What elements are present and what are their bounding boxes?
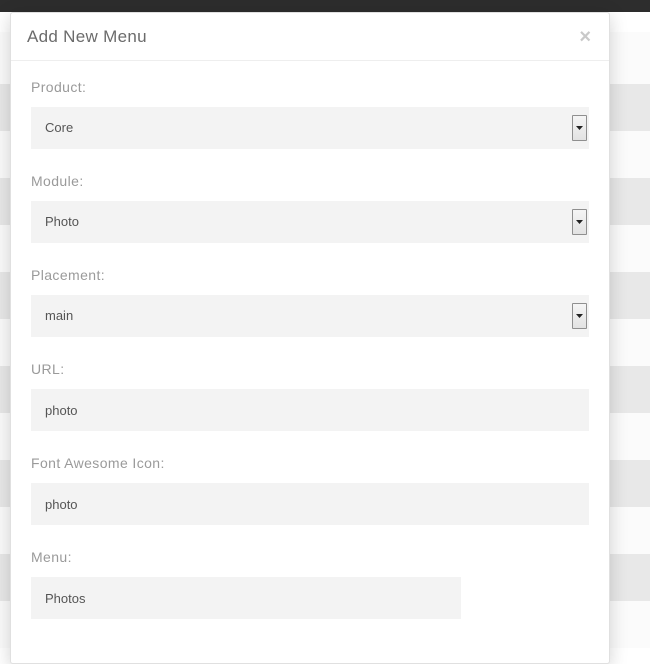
chevron-down-icon (572, 115, 587, 141)
field-menu: Menu: (31, 549, 589, 619)
app-topbar (0, 0, 650, 12)
module-select[interactable]: Photo (31, 201, 589, 243)
icon-label: Font Awesome Icon: (31, 455, 589, 471)
modal-title: Add New Menu (27, 27, 147, 47)
chevron-down-icon (572, 209, 587, 235)
menu-label: Menu: (31, 549, 589, 565)
product-select[interactable]: Core (31, 107, 589, 149)
url-input[interactable] (31, 389, 589, 431)
placement-label: Placement: (31, 267, 589, 283)
product-select-value: Core (31, 107, 589, 149)
modal-header: Add New Menu × (11, 13, 609, 61)
field-placement: Placement: main (31, 267, 589, 337)
icon-input[interactable] (31, 483, 589, 525)
field-product: Product: Core (31, 79, 589, 149)
module-select-value: Photo (31, 201, 589, 243)
placement-select-value: main (31, 295, 589, 337)
product-label: Product: (31, 79, 589, 95)
field-url: URL: (31, 361, 589, 431)
field-icon: Font Awesome Icon: (31, 455, 589, 525)
add-menu-modal: Add New Menu × Product: Core Module: Pho… (10, 12, 610, 664)
placement-select[interactable]: main (31, 295, 589, 337)
chevron-down-icon (572, 303, 587, 329)
url-label: URL: (31, 361, 589, 377)
modal-body: Product: Core Module: Photo Placement: m… (11, 61, 609, 663)
close-icon[interactable]: × (577, 27, 593, 47)
menu-input[interactable] (31, 577, 461, 619)
module-label: Module: (31, 173, 589, 189)
field-module: Module: Photo (31, 173, 589, 243)
